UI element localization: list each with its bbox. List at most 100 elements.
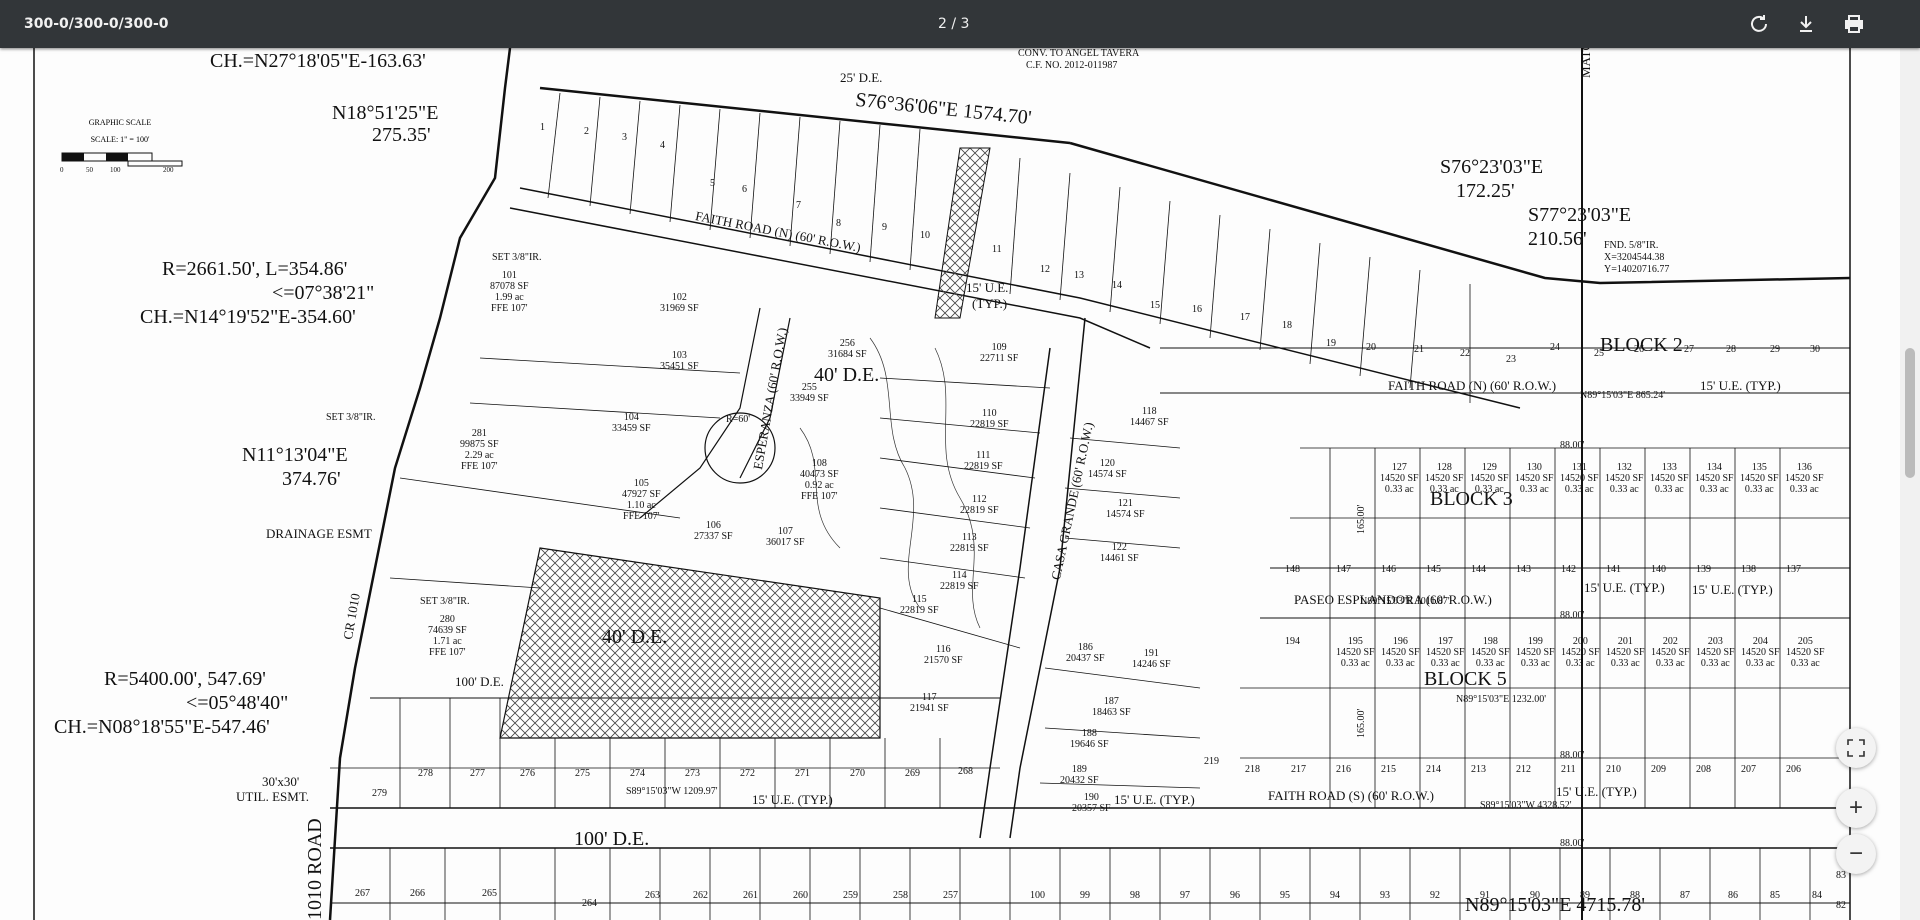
boundary-distance: 172.25' xyxy=(1456,180,1515,202)
lot-label: 142 xyxy=(1561,564,1576,575)
lot-line-bearing: S89°15'03"W 1209.97' xyxy=(626,786,718,797)
lot-number: 207 xyxy=(1741,764,1756,775)
pdf-toolbar: 300-0/300-0/300-0 2 / 3 xyxy=(0,0,1920,48)
lot-area-sf: 14467 SF xyxy=(1130,417,1169,428)
lot-area-sf: 14520 SF xyxy=(1336,647,1375,658)
lot-line-bearing: S89°15'03"W 4328.52' xyxy=(1480,800,1572,811)
download-button[interactable] xyxy=(1790,8,1822,40)
lot-number: 203 xyxy=(1707,636,1723,647)
lot-number: 110 xyxy=(981,408,997,419)
lot-number: 210 xyxy=(1606,764,1621,775)
lot-area-sf: 21941 SF xyxy=(910,703,949,714)
lot-label: 139 xyxy=(1696,564,1711,575)
lot-number: 216 xyxy=(1336,764,1351,775)
conveyance-note: CONV. TO ANGEL TAVERA xyxy=(1018,48,1140,59)
lot-label: 127 14520 SF 0.33 ac xyxy=(1380,462,1419,495)
lot-label: 198 14520 SF 0.33 ac xyxy=(1471,636,1510,669)
lot-label: 108 40473 SF 0.92 ac FFE 107' xyxy=(800,458,839,502)
block-label: BLOCK 5 xyxy=(1424,668,1507,690)
lot-number: 100 xyxy=(1030,890,1045,901)
lot-label: 129 14520 SF 0.33 ac xyxy=(1470,462,1509,495)
lot-label: 101 87078 SF 1.99 ac FFE 107' xyxy=(490,270,529,314)
lot-label: 132 14520 SF 0.33 ac xyxy=(1605,462,1644,495)
lot-area-sf: 40473 SF xyxy=(800,469,839,480)
lot-number: 281 xyxy=(471,428,487,439)
boundary-bearing: S76°23'03"E xyxy=(1440,156,1544,178)
lot-number: 117 xyxy=(921,692,937,703)
fit-page-icon xyxy=(1847,739,1865,757)
lot-area-sf: 14520 SF xyxy=(1380,473,1419,484)
lot-label: 194 xyxy=(1285,636,1300,647)
cul-de-sac-radius: R=60' xyxy=(726,414,751,425)
lot-number: 209 xyxy=(1651,764,1666,775)
lot-label: 201 14520 SF 0.33 ac xyxy=(1606,636,1645,669)
print-button[interactable] xyxy=(1838,8,1870,40)
lot-area-sf: 22819 SF xyxy=(964,461,1003,472)
lot-area-sf: 14574 SF xyxy=(1106,509,1145,520)
lot-label: 187 18463 SF xyxy=(1092,696,1131,718)
document-title: 300-0/300-0/300-0 xyxy=(24,16,169,32)
lot-label: 211 xyxy=(1561,764,1576,775)
lot-number: 17 xyxy=(1240,312,1250,323)
rotate-button[interactable] xyxy=(1743,8,1775,40)
pdf-viewer[interactable]: GRAPHIC SCALE SCALE: 1" = 100' 0 50 100 … xyxy=(0,48,1920,920)
lot-number: 201 xyxy=(1617,636,1633,647)
lot-number: 197 xyxy=(1437,636,1453,647)
zoom-out-button[interactable]: − xyxy=(1836,834,1876,874)
lot-number: 3 xyxy=(622,132,627,143)
lot-dimension: 165.00' xyxy=(1356,504,1367,534)
vertical-scrollbar[interactable] xyxy=(1900,48,1920,920)
lot-label: 205 14520 SF 0.33 ac xyxy=(1786,636,1825,669)
boundary-distance: 210.56' xyxy=(1528,228,1587,250)
lot-label: 110 22819 SF xyxy=(970,408,1009,430)
pdf-page[interactable]: GRAPHIC SCALE SCALE: 1" = 100' 0 50 100 … xyxy=(0,48,1900,920)
lot-number: 265 xyxy=(482,888,497,899)
lot-number: 16 xyxy=(1192,304,1202,315)
lot-dimension: 88.00' xyxy=(1560,610,1585,621)
lot-number: 187 xyxy=(1103,696,1119,707)
lot-area-sf: 14520 SF xyxy=(1740,473,1779,484)
match-line-label: MATCH xyxy=(1578,48,1593,78)
lot-number: 26 xyxy=(1634,344,1644,355)
lot-area-ac: 0.33 ac xyxy=(1609,484,1639,495)
lot-number: 82 xyxy=(1836,900,1846,911)
scale-tick: 50 xyxy=(86,166,93,174)
lot-area-sf: 14520 SF xyxy=(1785,473,1824,484)
fit-to-page-button[interactable] xyxy=(1836,728,1876,768)
lot-label: 197 14520 SF 0.33 ac xyxy=(1426,636,1465,669)
lot-area-sf: 35451 SF xyxy=(660,361,699,372)
lot-number: 219 xyxy=(1204,756,1219,767)
lot-number: 135 xyxy=(1751,462,1767,473)
boundary-bearing: N11°13'04"E xyxy=(242,444,348,466)
lot-number: 139 xyxy=(1696,564,1711,575)
lot-number: 23 xyxy=(1506,354,1516,365)
lot-number: 25 xyxy=(1594,348,1604,359)
lot-number: 102 xyxy=(671,292,687,303)
lot-label: 210 xyxy=(1606,764,1621,775)
lot-area-ac: 0.33 ac xyxy=(1519,484,1549,495)
lot-number: 122 xyxy=(1111,542,1127,553)
lot-number: 256 xyxy=(839,338,855,349)
iron-rod-label: SET 3/8"IR. xyxy=(492,252,542,263)
lot-label: 136 14520 SF 0.33 ac xyxy=(1785,462,1824,495)
lot-area-sf: 22819 SF xyxy=(900,605,939,616)
y-coordinate: Y=14020716.77 xyxy=(1604,264,1670,275)
lot-number: 95 xyxy=(1280,890,1290,901)
lot-number: 276 xyxy=(520,768,535,779)
lot-number: 279 xyxy=(372,788,387,799)
lot-number: 97 xyxy=(1180,890,1190,901)
zoom-in-button[interactable]: + xyxy=(1836,788,1876,828)
road-name: FAITH ROAD (S) (60' R.O.W.) xyxy=(1268,788,1434,803)
scrollbar-thumb[interactable] xyxy=(1905,348,1915,478)
lot-label: 281 99875 SF 2.29 ac FFE 107' xyxy=(460,428,499,472)
curve-chord-top: CH.=N27°18'05"E-163.63' xyxy=(210,50,426,72)
lot-label: 280 74639 SF 1.71 ac FFE 107' xyxy=(428,614,467,658)
lot-number: 194 xyxy=(1285,636,1300,647)
lot-label: 109 22711 SF xyxy=(980,342,1018,364)
lot-number: 205 xyxy=(1797,636,1813,647)
lot-label: 219 xyxy=(1204,756,1219,767)
lot-number: 105 xyxy=(633,478,649,489)
lot-number: 147 xyxy=(1336,564,1351,575)
lot-label: 147 xyxy=(1336,564,1351,575)
lot-number: 14 xyxy=(1112,280,1122,291)
